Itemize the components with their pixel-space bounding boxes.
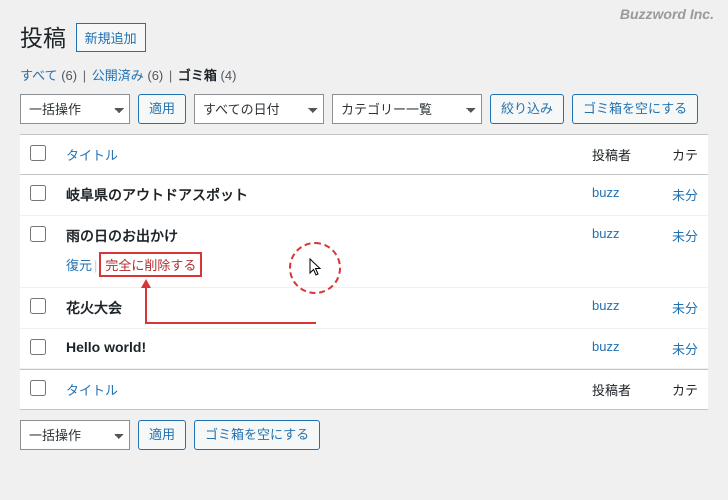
- table-row: Hello world! buzz 未分: [20, 329, 708, 369]
- delete-permanently-link[interactable]: 完全に削除する: [105, 258, 196, 273]
- post-title[interactable]: Hello world!: [66, 339, 146, 355]
- bulk-action-select[interactable]: 一括操作: [20, 94, 130, 124]
- date-filter-select[interactable]: すべての日付: [194, 94, 324, 124]
- filter-button[interactable]: 絞り込み: [490, 94, 564, 124]
- row-checkbox[interactable]: [30, 339, 46, 355]
- add-new-button[interactable]: 新規追加: [76, 23, 146, 52]
- brand-label: Buzzword Inc.: [620, 6, 714, 22]
- post-title[interactable]: 花火大会: [66, 300, 122, 316]
- restore-link[interactable]: 復元: [66, 258, 92, 273]
- row-checkbox[interactable]: [30, 226, 46, 242]
- post-category[interactable]: 未分: [672, 301, 698, 316]
- col-categories[interactable]: カテ: [662, 135, 708, 175]
- filter-trash-count: (4): [221, 68, 237, 83]
- row-actions: 復元|完全に削除する: [66, 252, 572, 277]
- post-author[interactable]: buzz: [592, 298, 619, 313]
- posts-table: タイトル 投稿者 カテ 岐阜県のアウトドアスポット buzz 未分 雨の日のお出…: [20, 134, 708, 410]
- row-checkbox[interactable]: [30, 185, 46, 201]
- post-title[interactable]: 岐阜県のアウトドアスポット: [66, 187, 248, 203]
- bulk-apply-button[interactable]: 適用: [138, 94, 186, 124]
- empty-trash-button-top[interactable]: ゴミ箱を空にする: [572, 94, 698, 124]
- filter-all-count: (6): [61, 68, 77, 83]
- select-all-bottom[interactable]: [30, 380, 46, 396]
- col-categories-foot[interactable]: カテ: [662, 369, 708, 409]
- filter-trash[interactable]: ゴミ箱: [178, 68, 217, 83]
- post-category[interactable]: 未分: [672, 188, 698, 203]
- empty-trash-button-bottom[interactable]: ゴミ箱を空にする: [194, 420, 320, 450]
- col-author[interactable]: 投稿者: [582, 135, 662, 175]
- post-author[interactable]: buzz: [592, 185, 619, 200]
- bulk-action-select-bottom[interactable]: 一括操作: [20, 420, 130, 450]
- bulk-apply-button-bottom[interactable]: 適用: [138, 420, 186, 450]
- post-category[interactable]: 未分: [672, 229, 698, 244]
- post-category[interactable]: 未分: [672, 342, 698, 357]
- page-title: 投稿: [20, 10, 66, 57]
- post-author[interactable]: buzz: [592, 339, 619, 354]
- row-checkbox[interactable]: [30, 298, 46, 314]
- post-title[interactable]: 雨の日のお出かけ: [66, 228, 178, 244]
- filter-all[interactable]: すべて: [20, 68, 58, 83]
- category-filter-select[interactable]: カテゴリー一覧: [332, 94, 482, 124]
- select-all-top[interactable]: [30, 145, 46, 161]
- table-row: 岐阜県のアウトドアスポット buzz 未分: [20, 175, 708, 216]
- table-row: 雨の日のお出かけ 復元|完全に削除する buzz 未分: [20, 216, 708, 288]
- filter-published-count: (6): [147, 68, 163, 83]
- col-author-foot[interactable]: 投稿者: [582, 369, 662, 409]
- post-author[interactable]: buzz: [592, 226, 619, 241]
- table-row: 花火大会 buzz 未分: [20, 288, 708, 329]
- status-filter-links: すべて (6) | 公開済み (6) | ゴミ箱 (4): [20, 65, 708, 84]
- col-title[interactable]: タイトル: [56, 135, 582, 175]
- col-title-foot[interactable]: タイトル: [56, 369, 582, 409]
- filter-published[interactable]: 公開済み: [92, 68, 144, 83]
